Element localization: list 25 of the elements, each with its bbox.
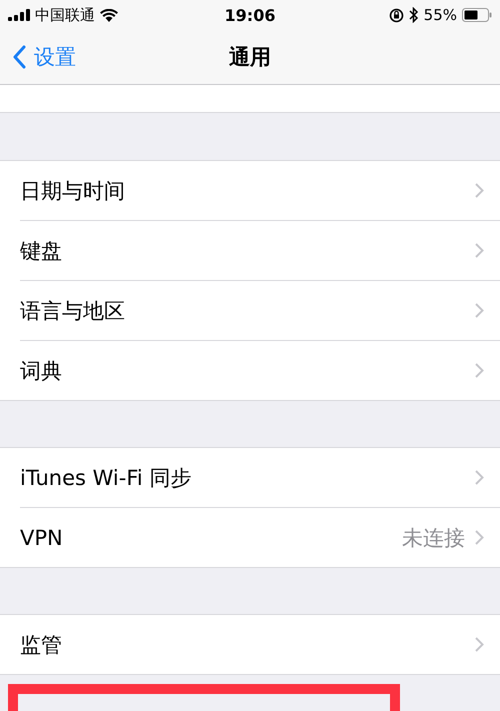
settings-row[interactable]: 日期与时间 — [20, 161, 500, 221]
chevron-icon — [475, 470, 484, 485]
chevron-icon — [475, 530, 484, 545]
chevron-icon — [475, 183, 484, 198]
carrier-name: 中国联通 — [35, 6, 95, 24]
chevron-icon — [475, 637, 484, 652]
battery-icon — [462, 8, 492, 22]
bluetooth-icon — [408, 7, 419, 23]
status-time: 19:06 — [224, 6, 276, 24]
settings-row[interactable]: 键盘 — [20, 221, 500, 281]
chevron-icon — [475, 303, 484, 318]
chevron-icon — [475, 243, 484, 258]
settings-row[interactable]: 语言与地区 — [20, 281, 500, 341]
battery-percent: 55% — [424, 6, 457, 24]
wifi-icon — [100, 8, 118, 22]
settings-row[interactable]: 词典 — [20, 341, 500, 400]
partial-settings-row[interactable] — [0, 85, 500, 113]
chevron-icon — [475, 363, 484, 378]
rotation-lock-icon — [388, 8, 404, 22]
back-button[interactable]: 设置 — [0, 43, 76, 71]
nav-title: 通用 — [229, 44, 271, 71]
settings-row[interactable]: iTunes Wi-Fi 同步 — [20, 448, 500, 508]
signal-icon — [8, 9, 30, 21]
back-chevron-icon — [12, 45, 26, 69]
settings-row[interactable]: VPN 未连接 — [20, 508, 500, 567]
